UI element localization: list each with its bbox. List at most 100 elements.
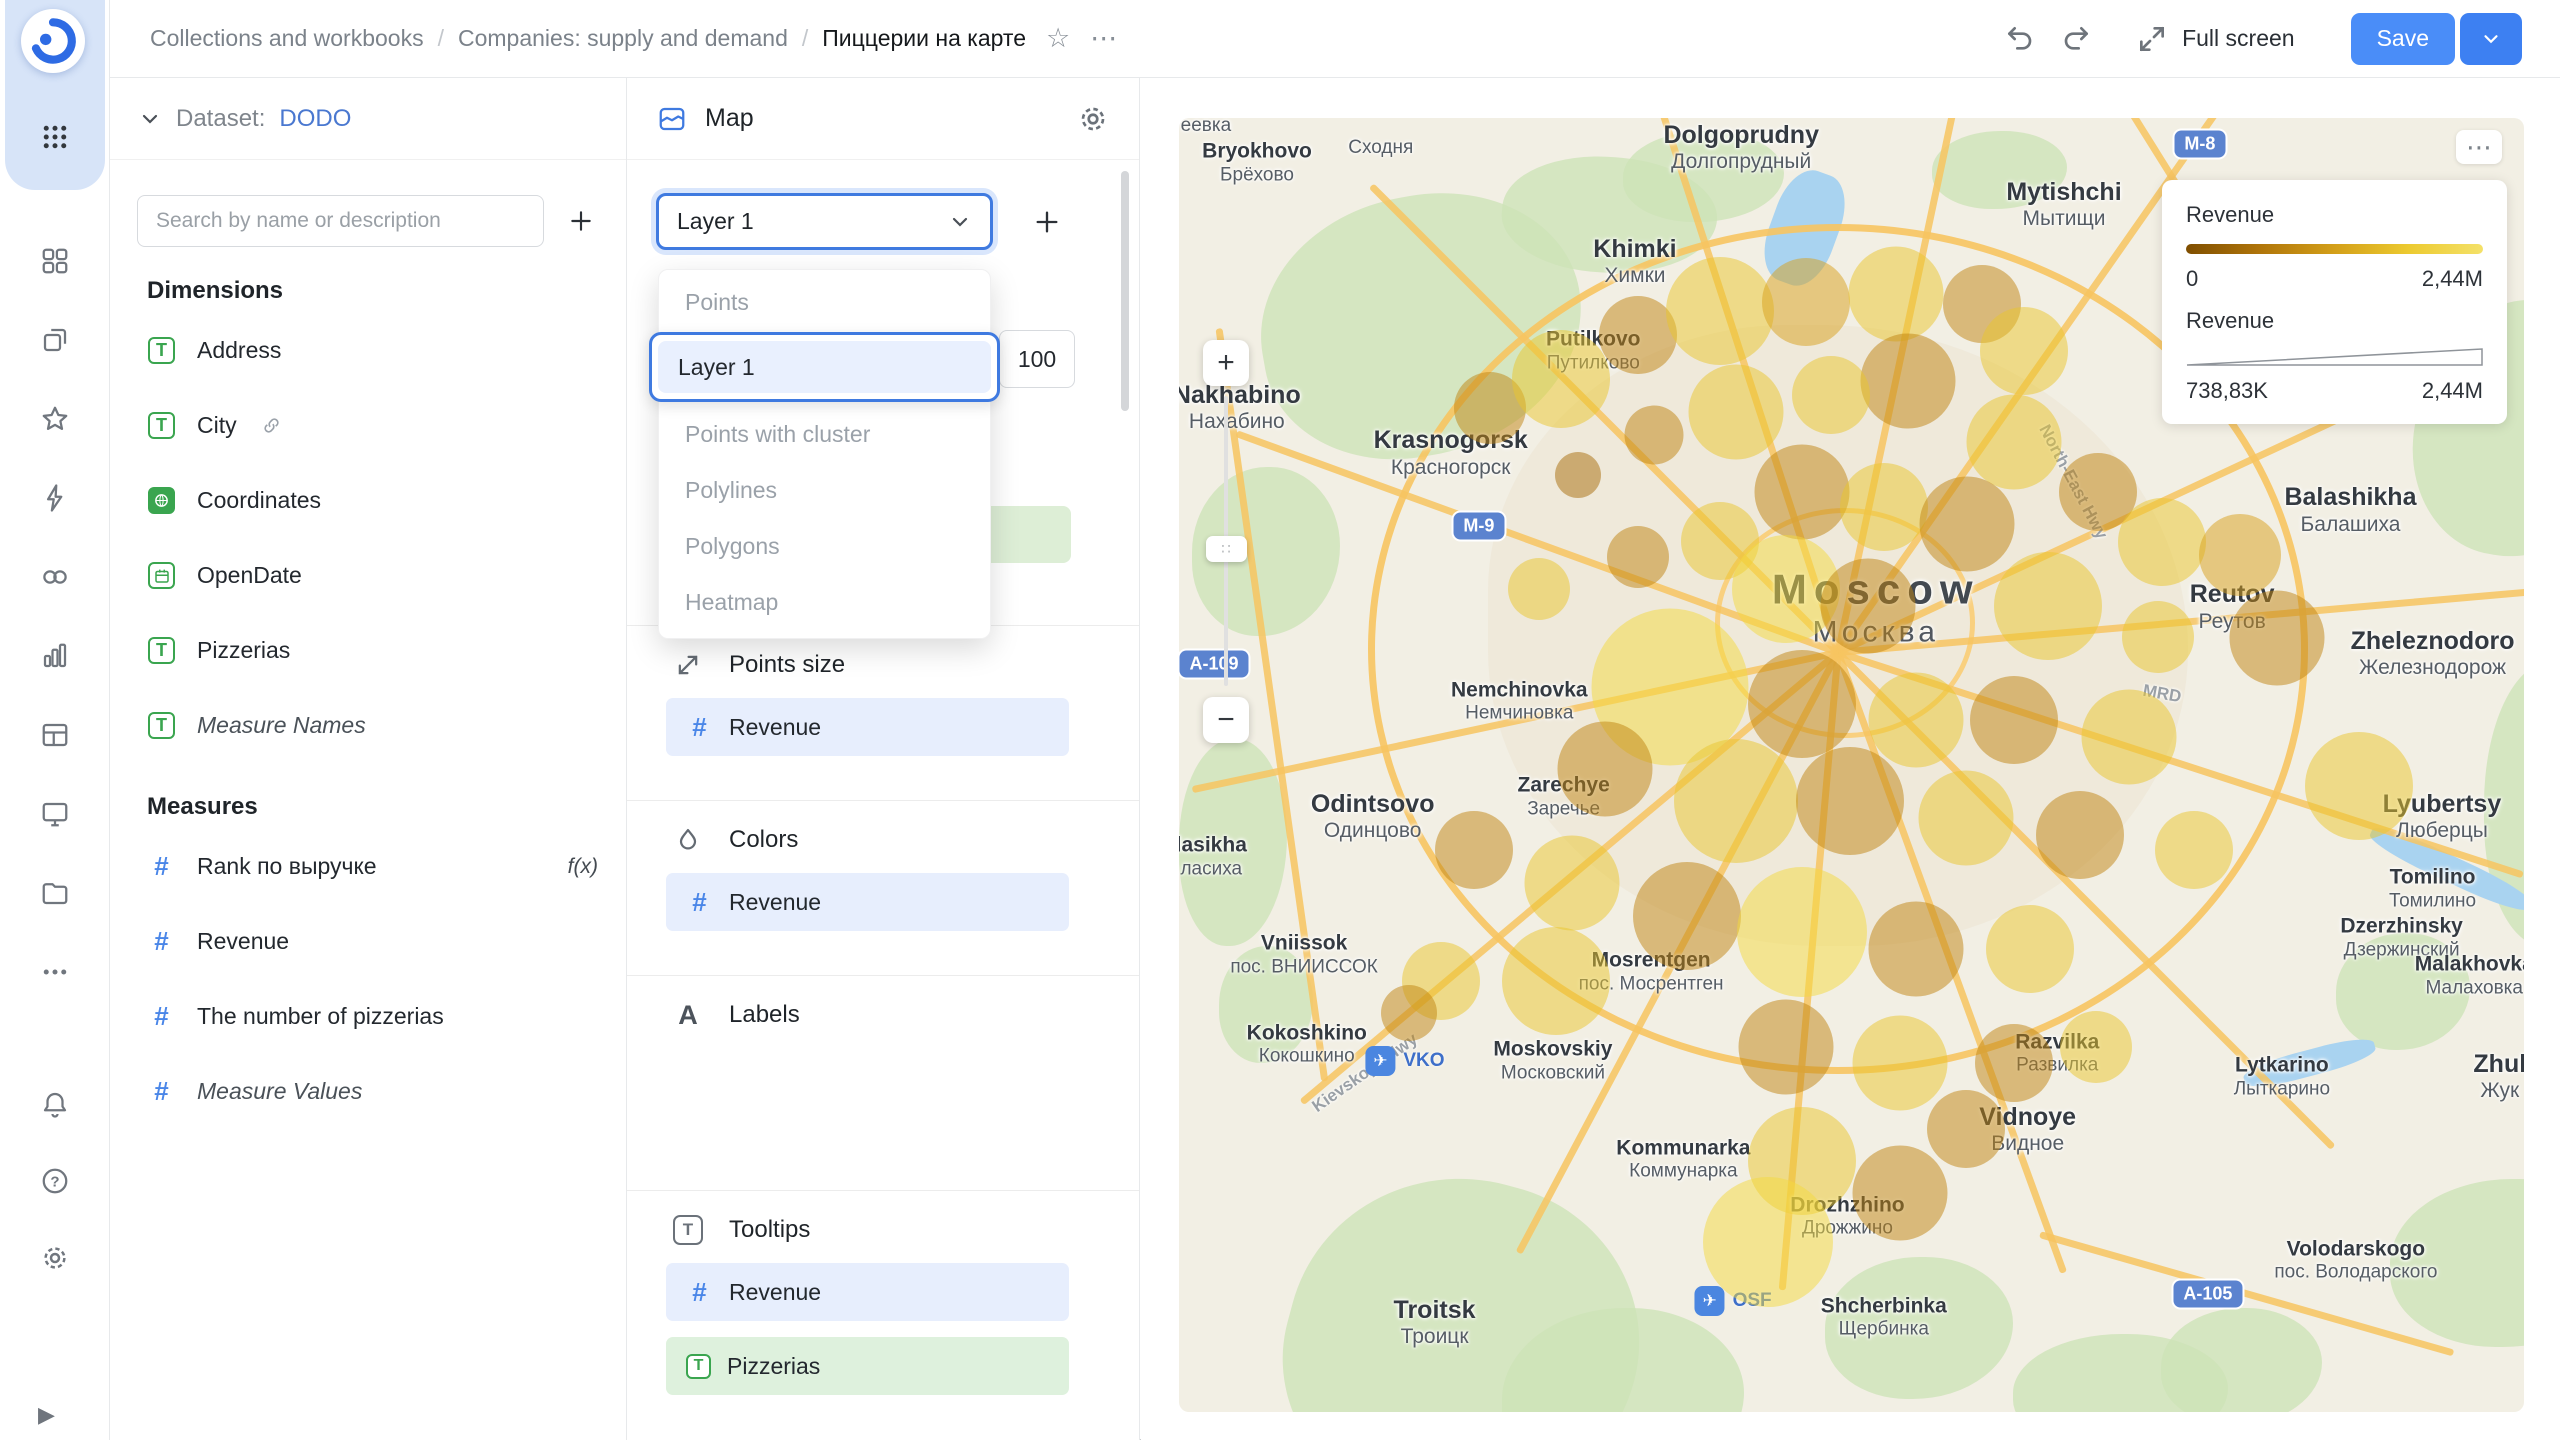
storage-icon[interactable] [40,878,70,908]
add-layer-button[interactable] [1019,193,1075,250]
favorites-icon[interactable] [40,404,70,434]
favorite-star-icon[interactable]: ☆ [1046,25,1070,52]
dimension-item[interactable]: OpenDate [110,538,626,613]
map-bubble[interactable] [1737,867,1867,997]
dataset-header[interactable]: Dataset: DODO [110,78,626,160]
map-bubble[interactable] [1848,246,1943,341]
undo-icon[interactable] [2004,23,2036,55]
map-canvas[interactable]: MKADMRDNorth-East HwyKievskoye HwyM-8M-9… [1179,118,2524,1412]
dimension-item[interactable]: TMeasure Names [110,688,626,763]
dashboards-icon[interactable] [40,799,70,829]
redo-icon[interactable] [2060,23,2092,55]
map-bubble[interactable] [1869,672,1964,767]
map-bubble[interactable] [1967,394,2062,489]
map-bubble[interactable] [1633,862,1741,970]
map-bubble[interactable] [1860,333,1955,428]
save-button[interactable]: Save [2351,13,2455,65]
map-bubble[interactable] [1754,444,1849,539]
dimension-item[interactable]: Coordinates [110,463,626,538]
full-screen-button[interactable]: Full screen [2136,23,2294,55]
map-bubble[interactable] [1970,676,2058,764]
settings-gear-icon[interactable] [40,1243,70,1273]
map-bubble[interactable] [1820,558,1915,653]
map-bubble[interactable] [1792,356,1870,434]
map-bubble[interactable] [2229,591,2324,686]
zoom-in-button[interactable]: + [1203,340,1249,386]
charts-icon[interactable] [40,641,70,671]
map-bubble[interactable] [1555,452,1601,498]
dimension-item[interactable]: TPizzerias [110,613,626,688]
map-bubble[interactable] [1762,258,1850,346]
geotype-option[interactable]: Polygons [659,518,990,574]
measure-item[interactable]: #The number of pizzerias [110,979,626,1054]
datasets-icon[interactable] [40,720,70,750]
config-scrollbar[interactable] [1121,171,1129,411]
map-bubble[interactable] [1502,927,1610,1035]
collections-icon[interactable] [40,325,70,355]
dimension-item[interactable]: TAddress [110,313,626,388]
field-chip[interactable]: #Revenue [666,698,1069,756]
map-bubble[interactable] [1435,811,1513,889]
layer-select[interactable]: Layer 1 [656,193,993,250]
map-bubble[interactable] [1524,835,1619,930]
map-bubble[interactable] [2060,1011,2132,1083]
map-bubble[interactable] [2081,689,2176,784]
map-bubble[interactable] [1927,1090,2005,1168]
field-chip[interactable]: #Revenue [666,873,1069,931]
zoom-ruler-handle[interactable]: ∷ [1206,536,1247,562]
map-bubble[interactable] [1666,257,1774,365]
map-bubble[interactable] [1918,771,2013,866]
geotype-option[interactable]: Points [659,274,990,330]
map-bubble[interactable] [1381,985,1437,1041]
map-bubble[interactable] [1986,905,2074,993]
map-bubble[interactable] [1869,901,1964,996]
breadcrumb-item[interactable]: Пиццерии на карте [822,25,1026,52]
map-bubble[interactable] [1512,330,1610,428]
layer-opacity-input[interactable]: 100 [999,330,1075,388]
help-icon[interactable]: ? [40,1166,70,1196]
map-bubble[interactable] [2122,601,2194,673]
chart-settings-gear-icon[interactable] [1077,103,1109,135]
map-bubble[interactable] [1748,650,1856,758]
map-bubble[interactable] [1624,406,1683,465]
measure-item[interactable]: #Revenue [110,904,626,979]
map-bubble[interactable] [1975,1024,2053,1102]
map-bubble[interactable] [1994,552,2102,660]
map-bubble[interactable] [1674,739,1798,863]
field-chip[interactable]: #Revenue [666,1263,1069,1321]
breadcrumb-item[interactable]: Collections and workbooks [150,25,424,52]
quick-actions-icon[interactable] [40,483,70,513]
datalens-logo[interactable] [21,9,85,73]
breadcrumb-item[interactable]: Companies: supply and demand [458,25,788,52]
dataset-name-link[interactable]: DODO [279,105,351,133]
map-bubble[interactable] [1920,477,2015,572]
connections-icon[interactable] [40,562,70,592]
map-bubble[interactable] [1738,1000,1833,1095]
geotype-option[interactable]: Heatmap [659,574,990,630]
geotype-option[interactable]: Polylines [659,462,990,518]
map-bubble[interactable] [2118,498,2206,586]
collapse-rail-icon[interactable]: ▶ [38,1402,55,1428]
map-bubble[interactable] [1703,1177,1833,1307]
add-field-button[interactable] [556,195,606,247]
map-more-ellipsis-icon[interactable]: ⋯ [2456,130,2502,164]
geotype-option[interactable]: Points with cluster [659,406,990,462]
layer-option[interactable]: Layer 1 [658,341,991,393]
map-bubble[interactable] [1508,558,1570,620]
map-bubble[interactable] [1852,1015,1947,1110]
dimension-item[interactable]: TCity [110,388,626,463]
map-bubble[interactable] [2036,791,2124,879]
search-input[interactable] [137,195,544,247]
map-bubble[interactable] [1852,1146,1947,1241]
save-dropdown-button[interactable] [2460,13,2522,65]
map-bubble[interactable] [2155,811,2233,889]
map-bubble[interactable] [2305,732,2413,840]
map-bubble[interactable] [1840,463,1928,551]
map-bubble[interactable] [1688,364,1783,459]
map-bubble[interactable] [1607,526,1669,588]
field-chip[interactable]: TPizzerias [666,1337,1069,1395]
map-bubble[interactable] [1558,721,1653,816]
more-icon[interactable] [40,957,70,987]
notifications-bell-icon[interactable] [40,1089,70,1119]
chart-actions-ellipsis-icon[interactable]: ⋯ [1090,25,1117,52]
